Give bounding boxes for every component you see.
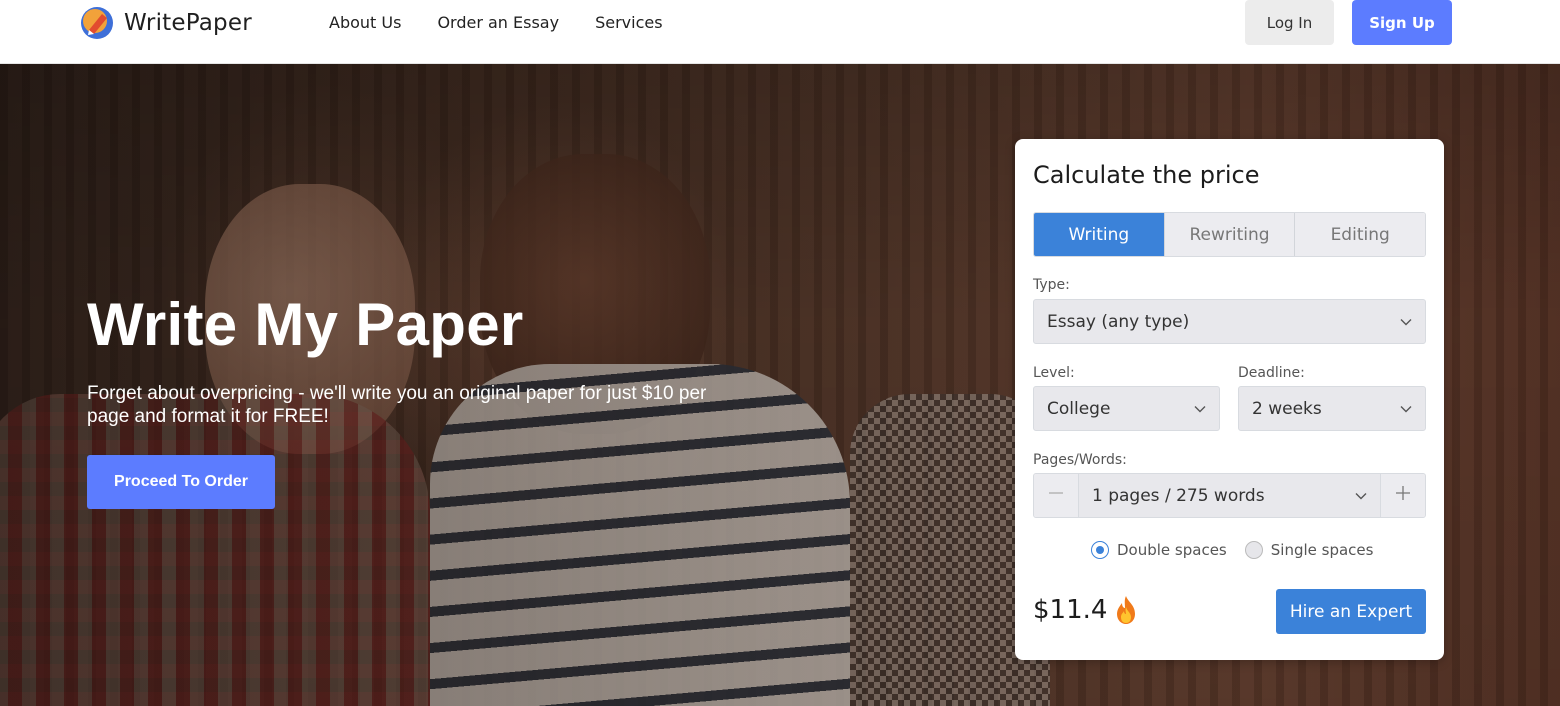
chevron-down-icon: [1354, 488, 1368, 502]
tab-rewriting[interactable]: Rewriting: [1164, 213, 1296, 256]
nav-services[interactable]: Services: [595, 12, 662, 34]
proceed-to-order-button[interactable]: Proceed To Order: [87, 455, 275, 509]
chevron-down-icon: [1399, 314, 1413, 328]
deadline-select-value: 2 weeks: [1252, 398, 1322, 419]
service-tabs: Writing Rewriting Editing: [1033, 212, 1426, 257]
pages-select[interactable]: 1 pages / 275 words: [1079, 474, 1380, 517]
level-select[interactable]: College: [1033, 386, 1220, 431]
logo-icon: [80, 6, 114, 40]
spacing-options: Double spaces Single spaces: [1091, 541, 1373, 559]
radio-indicator-selected[interactable]: [1091, 541, 1109, 559]
radio-indicator[interactable]: [1244, 541, 1263, 559]
hire-expert-button[interactable]: Hire an Expert: [1276, 589, 1426, 634]
logo-text: WritePaper: [124, 10, 252, 36]
chevron-down-icon: [1193, 401, 1207, 415]
deadline-select[interactable]: 2 weeks: [1238, 386, 1426, 431]
tab-writing[interactable]: Writing: [1034, 213, 1165, 256]
fire-icon: [1115, 595, 1137, 625]
increase-pages-button[interactable]: [1380, 474, 1425, 517]
type-select-value: Essay (any type): [1047, 311, 1190, 332]
level-select-value: College: [1047, 398, 1111, 419]
pages-stepper: 1 pages / 275 words: [1033, 473, 1426, 518]
plus-icon: [1394, 483, 1412, 508]
login-button[interactable]: Log In: [1245, 0, 1334, 45]
pages-select-value: 1 pages / 275 words: [1092, 485, 1265, 506]
nav-about-us[interactable]: About Us: [329, 12, 401, 34]
price-display: $11.4: [1033, 595, 1137, 625]
logo[interactable]: WritePaper: [80, 5, 252, 41]
type-select[interactable]: Essay (any type): [1033, 299, 1426, 344]
radio-double-spaces[interactable]: Double spaces: [1091, 541, 1227, 559]
hero-subtitle: Forget about overpricing - we'll write y…: [87, 383, 707, 427]
radio-single-spaces[interactable]: Single spaces: [1244, 541, 1374, 559]
main-nav: About Us Order an Essay Services: [329, 12, 663, 34]
site-header: WritePaper About Us Order an Essay Servi…: [0, 0, 1560, 64]
type-label: Type:: [1033, 277, 1070, 293]
hero-title: Write My Paper: [87, 291, 524, 358]
nav-order-essay[interactable]: Order an Essay: [437, 12, 559, 34]
chevron-down-icon: [1399, 401, 1413, 415]
radio-double-spaces-label: Double spaces: [1117, 541, 1227, 559]
decrease-pages-button[interactable]: [1034, 474, 1079, 517]
signup-button[interactable]: Sign Up: [1352, 0, 1452, 45]
price-value: $11.4: [1033, 595, 1108, 625]
tab-editing[interactable]: Editing: [1295, 213, 1425, 256]
pages-label: Pages/Words:: [1033, 452, 1127, 468]
radio-single-spaces-label: Single spaces: [1270, 541, 1374, 559]
calculator-title: Calculate the price: [1033, 161, 1260, 189]
price-calculator: Calculate the price Writing Rewriting Ed…: [1015, 139, 1444, 660]
level-label: Level:: [1033, 365, 1075, 381]
minus-icon: [1047, 483, 1065, 508]
deadline-label: Deadline:: [1238, 365, 1305, 381]
